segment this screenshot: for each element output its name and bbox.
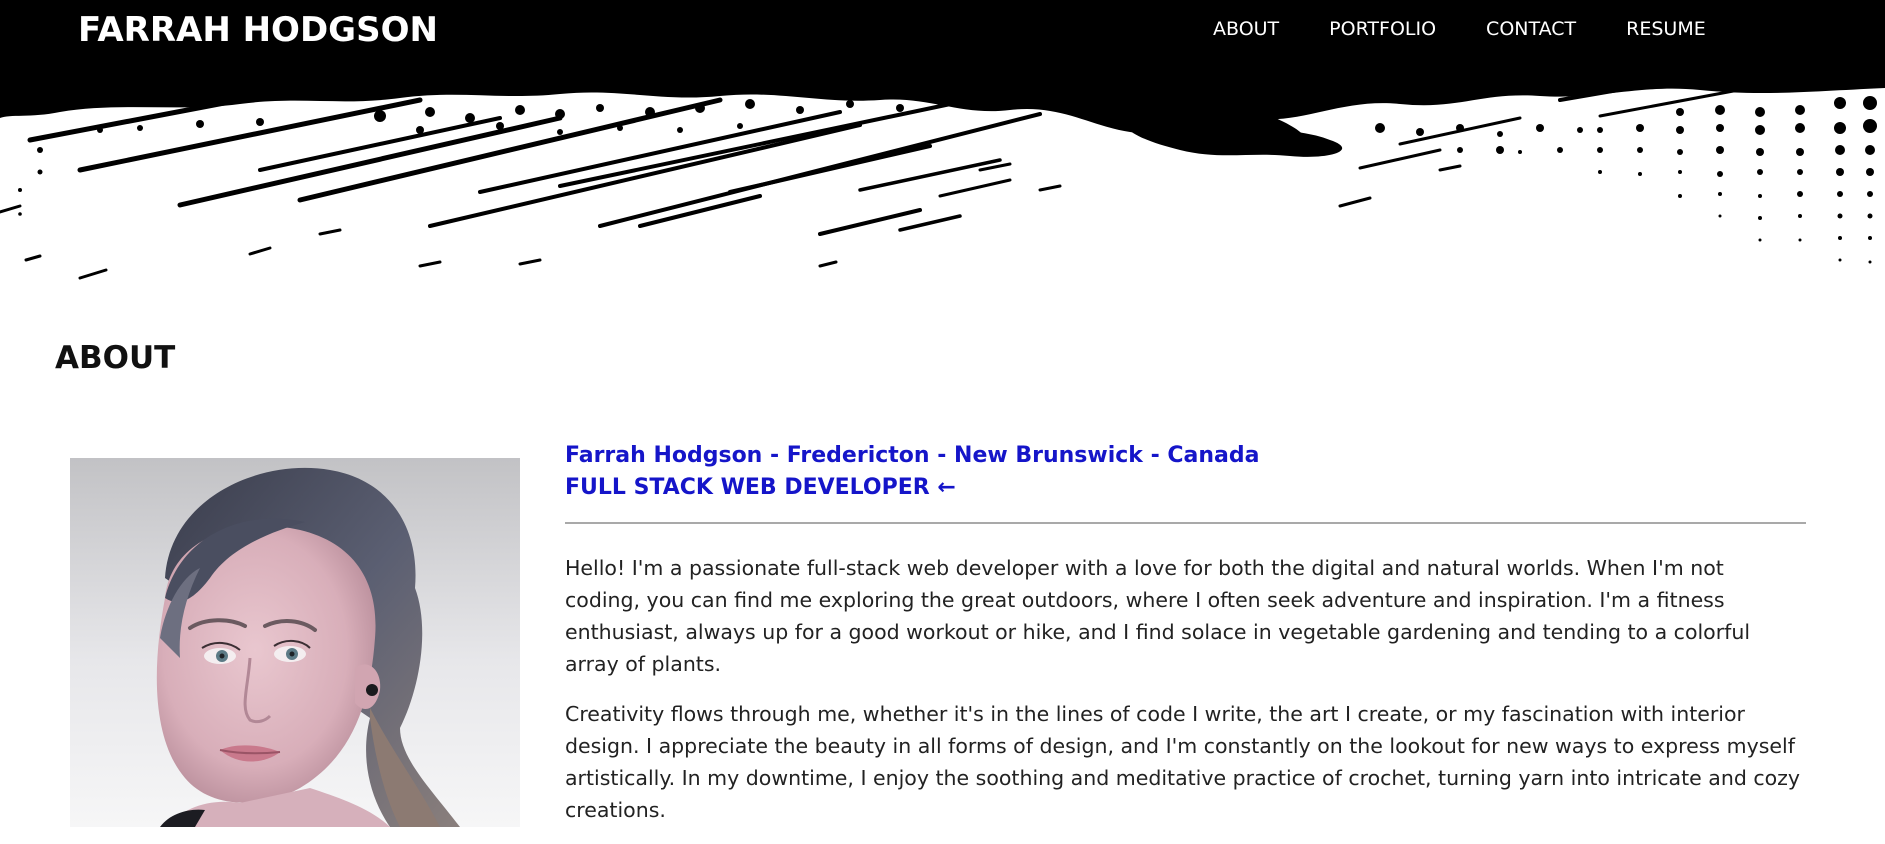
about-bio: Farrah Hodgson - Fredericton - New Bruns… (565, 440, 1806, 844)
nav-link-contact[interactable]: CONTACT (1461, 14, 1601, 44)
site-header: FARRAH HODGSON ABOUT PORTFOLIO CONTACT R… (0, 0, 1885, 285)
nav-link-portfolio[interactable]: PORTFOLIO (1304, 14, 1461, 44)
nav-link-resume[interactable]: RESUME (1601, 14, 1731, 44)
bio-role: FULL STACK WEB DEVELOPER ← (565, 475, 956, 500)
main-nav: ABOUT PORTFOLIO CONTACT RESUME (1188, 14, 1731, 44)
halftone-dots-right (1518, 96, 1877, 264)
portrait-photo (70, 458, 520, 827)
site-title-link[interactable]: FARRAH HODGSON (78, 6, 438, 54)
bio-location: Farrah Hodgson - Fredericton - New Bruns… (565, 443, 1260, 468)
halftone-dots-upper (18, 99, 1583, 216)
bio-paragraph: Hello! I'm a passionate full-stack web d… (565, 556, 1751, 676)
bio-paragraph: Creativity flows through me, whether it'… (565, 702, 1801, 822)
diagonal-streaks (0, 74, 1762, 280)
nav-link-about[interactable]: ABOUT (1188, 14, 1304, 44)
bio-divider (565, 522, 1806, 524)
about-section-heading: ABOUT (55, 340, 176, 376)
